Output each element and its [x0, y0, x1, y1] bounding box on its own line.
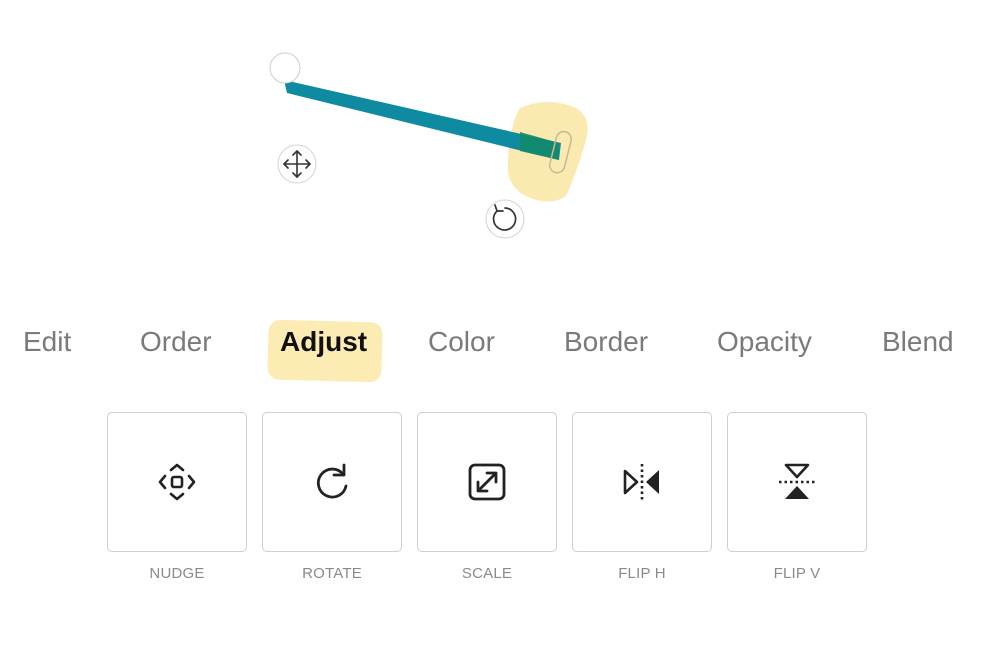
tab-edit[interactable]: Edit [23, 326, 71, 358]
rotate-button-box[interactable] [262, 412, 402, 552]
flip-h-button-box[interactable] [572, 412, 712, 552]
rotate-icon [316, 463, 348, 499]
nudge-button[interactable]: NUDGE [107, 412, 247, 582]
scale-button[interactable]: SCALE [417, 412, 557, 582]
nudge-button-box[interactable] [107, 412, 247, 552]
tab-blend[interactable]: Blend [882, 326, 954, 358]
canvas-artwork [269, 52, 588, 239]
flip-v-label: FLIP V [773, 565, 821, 582]
property-tabs: Edit Order Adjust Color Border Opacity B… [0, 318, 999, 383]
rotate-label: ROTATE [302, 565, 362, 582]
design-canvas[interactable] [0, 0, 999, 300]
flip-h-label: FLIP H [618, 565, 666, 582]
flip-vertical-icon [779, 463, 815, 499]
nudge-label: NUDGE [149, 565, 205, 582]
adjust-tools: NUDGE ROTATE SCALE FLIP H FLIP V [0, 412, 999, 592]
rotate-button[interactable]: ROTATE [262, 412, 402, 582]
tab-opacity[interactable]: Opacity [717, 326, 812, 358]
flip-v-button-box[interactable] [727, 412, 867, 552]
rotate-handle-icon[interactable] [485, 199, 525, 239]
scale-button-box[interactable] [417, 412, 557, 552]
flip-horizontal-icon [623, 464, 659, 500]
scale-icon [468, 463, 506, 501]
scale-label: SCALE [461, 565, 513, 582]
move-icon[interactable] [277, 144, 317, 184]
flip-v-button[interactable]: FLIP V [727, 412, 867, 582]
tab-order[interactable]: Order [140, 326, 212, 358]
line-start-handle[interactable] [269, 52, 301, 84]
tab-adjust[interactable]: Adjust [280, 326, 367, 358]
tab-border[interactable]: Border [564, 326, 648, 358]
flip-h-button[interactable]: FLIP H [572, 412, 712, 582]
nudge-icon [158, 463, 196, 501]
tab-color[interactable]: Color [428, 326, 495, 358]
